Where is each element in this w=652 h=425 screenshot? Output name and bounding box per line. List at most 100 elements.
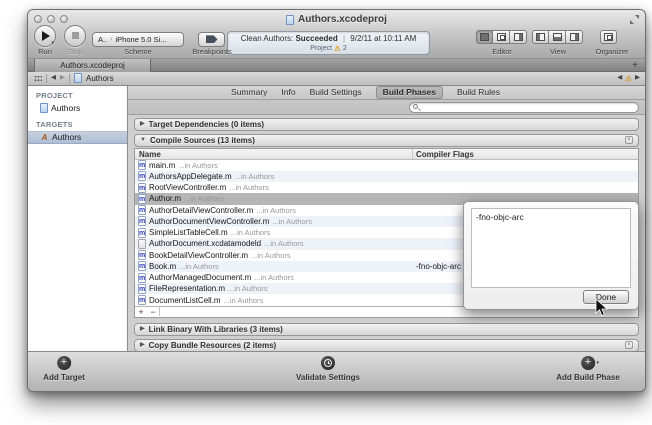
navigator-panel-button[interactable]: [532, 30, 549, 44]
disclosure-collapsed-icon[interactable]: ▶: [140, 342, 145, 348]
new-tab-button[interactable]: +: [632, 59, 638, 72]
add-target-button[interactable]: + Add Target: [43, 356, 85, 382]
file-name: BookDetailViewController.m: [149, 251, 248, 260]
disclosure-collapsed-icon[interactable]: ▶: [140, 121, 145, 127]
file-name: DocumentListCell.m: [149, 296, 221, 305]
sidebar-project-label: Authors: [51, 103, 80, 113]
file-location: ...in Authors: [235, 172, 275, 181]
back-button[interactable]: ◀: [51, 75, 56, 82]
project-doc-icon: [40, 103, 48, 113]
compiler-flags-textarea[interactable]: -fno-objc-arc: [471, 208, 631, 288]
sidebar-item-project-authors[interactable]: Authors: [28, 102, 127, 115]
breakpoint-icon: [206, 35, 218, 43]
right-panel-icon: [570, 33, 579, 41]
source-file-icon: m: [138, 194, 146, 204]
delete-phase-icon[interactable]: ×: [625, 136, 633, 144]
stop-button[interactable]: [64, 25, 86, 47]
tab-authors-xcodeproj[interactable]: Authors.xcodeproj: [34, 59, 151, 72]
play-icon: [42, 31, 50, 41]
utilities-panel-button[interactable]: [566, 30, 583, 44]
debug-panel-button[interactable]: [549, 30, 566, 44]
project-issues-line[interactable]: Project ⚠ 2: [228, 45, 429, 53]
warning-count: 2: [343, 45, 347, 52]
stop-label: Stop: [67, 47, 82, 56]
section-copy-bundle[interactable]: ▶ Copy Bundle Resources (2 items) ×: [134, 339, 639, 352]
view-segmented-control: [532, 30, 583, 44]
build-status-time: 9/2/11 at 10:11 AM: [350, 34, 416, 43]
remove-file-button[interactable]: −: [147, 307, 159, 317]
chevron-right-icon: ›: [110, 36, 112, 43]
column-header-compiler-flags[interactable]: Compiler Flags: [416, 150, 474, 159]
breakpoints-button[interactable]: [198, 32, 225, 47]
file-name: main.m: [149, 161, 175, 170]
section-link-binary[interactable]: ▶ Link Binary With Libraries (3 items): [134, 323, 639, 336]
previous-issue-button[interactable]: ◀: [617, 75, 622, 82]
table-row[interactable]: m AuthorsAppDelegate.m ...in Authors: [135, 171, 638, 182]
file-name: FileRepresentation.m: [149, 284, 225, 293]
disclosure-expanded-icon[interactable]: ▼: [140, 137, 146, 143]
organizer-icon: [604, 33, 613, 41]
file-name: AuthorsAppDelegate.m: [149, 172, 232, 181]
file-name: AuthorDocumentViewController.m: [149, 217, 269, 226]
table-row[interactable]: m RootViewController.m ...in Authors: [135, 182, 638, 193]
section-title: Link Binary With Libraries (3 items): [149, 325, 283, 334]
sidebar-item-target-authors[interactable]: A Authors: [28, 131, 127, 144]
bottom-panel-icon: [553, 33, 562, 41]
editor-tab[interactable]: Summary: [231, 87, 267, 97]
fullscreen-icon[interactable]: [630, 15, 639, 24]
validate-settings-button[interactable]: Validate Settings: [296, 356, 360, 382]
organizer-button[interactable]: [600, 30, 617, 44]
section-target-dependencies[interactable]: ▶ Target Dependencies (0 items): [134, 118, 639, 131]
stop-icon: [72, 32, 79, 39]
divider: [159, 307, 160, 316]
breakpoints-label: Breakpoints: [192, 47, 232, 56]
file-name: RootViewController.m: [149, 183, 226, 192]
source-file-icon: m: [138, 273, 146, 283]
editor-tab[interactable]: Info: [281, 87, 295, 97]
source-file-icon: m: [138, 239, 146, 249]
divider: [46, 74, 47, 83]
jumpbar-project-item[interactable]: Authors: [86, 74, 114, 83]
targets-section-header: TARGETS: [36, 120, 73, 129]
delete-phase-icon[interactable]: ×: [625, 341, 633, 349]
editor-tab-strip: Summary Info Build Settings Build Phases Bui…: [128, 86, 645, 100]
column-header-name[interactable]: Name: [139, 150, 161, 159]
forward-button[interactable]: ▶: [60, 75, 65, 82]
build-status-result: Succeeded: [295, 34, 337, 43]
run-button[interactable]: ▾: [34, 25, 56, 47]
editor-tab[interactable]: Build Settings: [310, 87, 362, 97]
editor-tab[interactable]: Build Phases: [376, 86, 443, 99]
file-location: ...in Authors: [179, 262, 219, 271]
section-compile-sources[interactable]: ▼ Compile Sources (13 items) ×: [134, 134, 639, 147]
assistant-editor-button[interactable]: [493, 30, 510, 44]
sidebar-target-label: Authors: [52, 132, 81, 142]
plus-circle-icon: +: [57, 356, 71, 370]
standard-editor-button[interactable]: [476, 30, 493, 44]
run-dropdown-caret-icon: ▾: [51, 40, 54, 46]
jump-bar: ◀ ▶ Authors ◀ ⚠ ▶: [28, 72, 645, 86]
assistant-editor-icon: [497, 33, 506, 41]
standard-editor-icon: [480, 33, 489, 41]
clock-icon: [321, 356, 335, 370]
table-row[interactable]: m main.m ...in Authors: [135, 160, 638, 171]
divider: [69, 74, 70, 83]
next-issue-button[interactable]: ▶: [635, 75, 640, 82]
file-name: AuthorDocument.xcdatamodeld: [149, 239, 261, 248]
scheme-selector[interactable]: A.. › iPhone 5.0 Si...: [92, 32, 184, 47]
add-file-button[interactable]: +: [135, 307, 147, 317]
scheme-name: A..: [98, 35, 107, 44]
search-input[interactable]: [409, 102, 639, 113]
compiler-flags-cell[interactable]: -fno-objc-arc: [416, 262, 461, 271]
xcodeproj-doc-icon: [286, 15, 294, 25]
organizer-label: Organizer: [596, 47, 629, 56]
version-editor-button[interactable]: [510, 30, 527, 44]
related-items-icon[interactable]: [34, 75, 42, 82]
organizer-group: [600, 30, 617, 44]
toolbar: ▾ A.. › iPhone 5.0 Si... Clean Authors: …: [28, 29, 645, 58]
file-location: ...in Authors: [224, 296, 264, 305]
issue-warning-icon: ⚠: [625, 75, 632, 83]
file-name: SimpleListTableCell.m: [149, 228, 228, 237]
editor-tab[interactable]: Build Rules: [457, 87, 500, 97]
disclosure-collapsed-icon[interactable]: ▶: [140, 326, 145, 332]
add-build-phase-button[interactable]: +▾ Add Build Phase: [556, 356, 620, 382]
